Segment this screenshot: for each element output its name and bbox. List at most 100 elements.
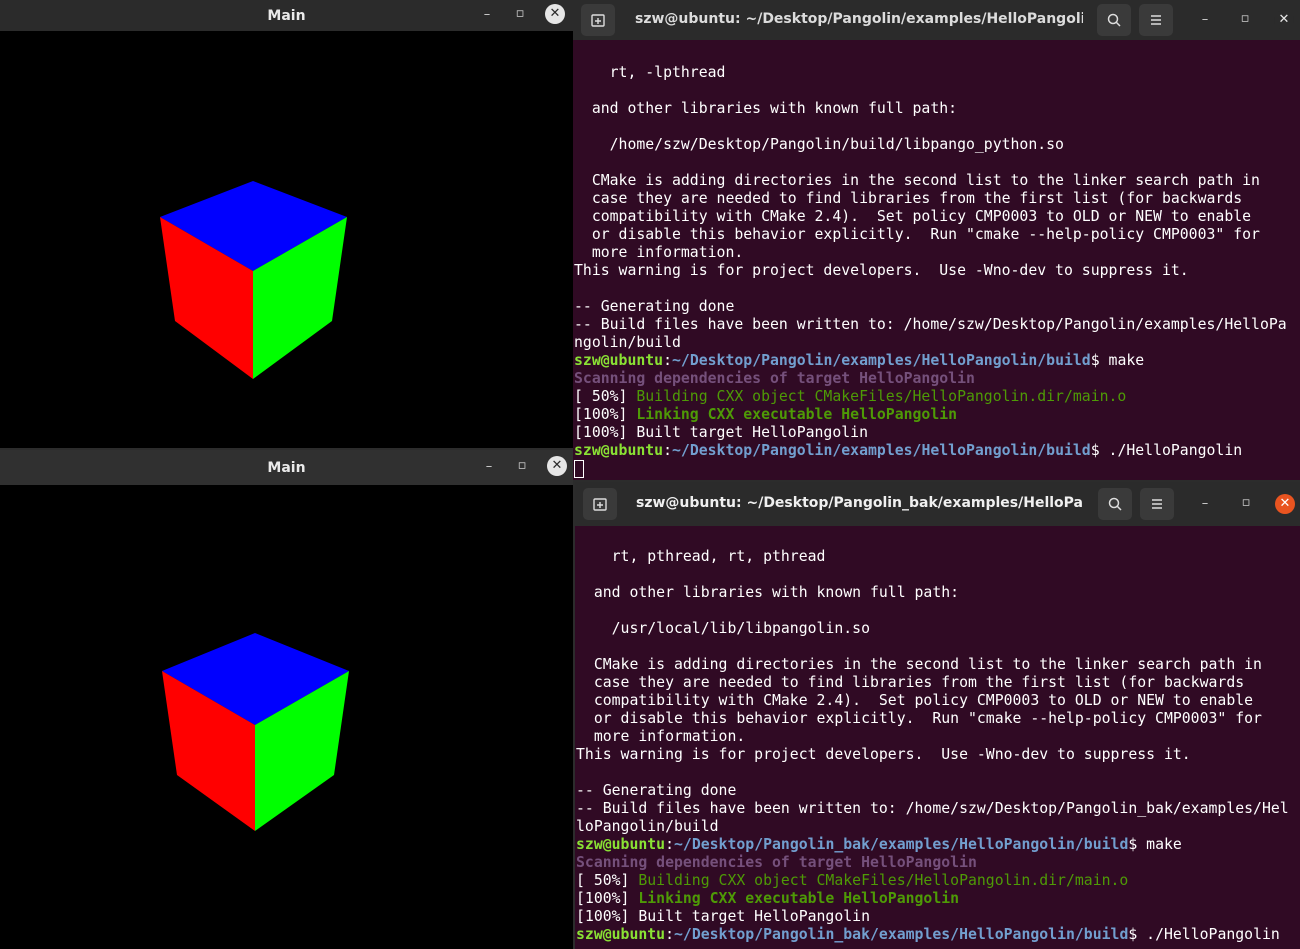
terminal-line: Scanning dependencies of target HelloPan… <box>574 370 1300 388</box>
terminal-line: more information. <box>574 244 1300 262</box>
line-text: -- Build files have been written to: /ho… <box>574 316 1287 333</box>
terminal-window-2[interactable]: szw@ubuntu: ~/Desktop/Pangolin_bak/examp… <box>575 482 1300 949</box>
terminal-line <box>576 566 1300 584</box>
maximize-icon[interactable]: ▫ <box>1235 9 1255 29</box>
cube-graphic <box>160 181 347 379</box>
line-text: /home/szw/Desktop/Pangolin/build/libpang… <box>574 136 1064 153</box>
terminal-window-1[interactable]: szw@ubuntu: ~/Desktop/Pangolin/examples/… <box>573 0 1300 480</box>
minimize-icon[interactable]: – <box>477 5 497 25</box>
terminal-line: [100%] Built target HelloPangolin <box>576 908 1300 926</box>
search-button[interactable] <box>1097 4 1131 36</box>
gl-canvas[interactable] <box>0 485 573 949</box>
terminal-line: and other libraries with known full path… <box>574 100 1300 118</box>
cube-graphic <box>162 633 349 831</box>
titlebar[interactable]: Main – ▫ ✕ <box>0 450 573 485</box>
minimize-icon[interactable]: – <box>479 457 499 477</box>
terminal-line: and other libraries with known full path… <box>576 584 1300 602</box>
menu-button[interactable] <box>1140 488 1174 520</box>
terminal-line <box>574 82 1300 100</box>
terminal-line: -- Generating done <box>576 782 1300 800</box>
maximize-icon[interactable]: ▫ <box>1236 493 1256 513</box>
line-text <box>576 566 585 583</box>
line-text: case they are needed to find libraries f… <box>574 190 1243 207</box>
terminal-headerbar[interactable]: szw@ubuntu: ~/Desktop/Pangolin/examples/… <box>573 0 1300 40</box>
terminal-line: Scanning dependencies of target HelloPan… <box>576 854 1300 872</box>
line-text <box>574 154 583 171</box>
line-text: /usr/local/lib/libpangolin.so <box>576 620 870 637</box>
search-button[interactable] <box>1098 488 1132 520</box>
line-text: Linking CXX executable HelloPangolin <box>638 890 960 907</box>
terminal-line: szw@ubuntu:~/Desktop/Pangolin/examples/H… <box>574 442 1243 459</box>
prompt-command: $ ./HelloPangolin <box>1090 442 1243 459</box>
minimize-icon[interactable]: – <box>1195 10 1215 30</box>
hamburger-menu-icon <box>1152 499 1162 509</box>
terminal-line: [100%] Linking CXX executable HelloPango… <box>574 406 1300 424</box>
maximize-icon[interactable]: ▫ <box>512 456 532 476</box>
pangolin-window-2[interactable]: Main – ▫ ✕ <box>0 450 573 949</box>
prompt-path: ~/Desktop/Pangolin/examples/HelloPangoli… <box>672 442 1091 459</box>
maximize-icon[interactable]: ▫ <box>510 4 530 24</box>
minimize-icon[interactable]: – <box>1195 494 1215 514</box>
line-text: more information. <box>576 728 746 745</box>
terminal-line: This warning is for project developers. … <box>576 746 1300 764</box>
terminal-title: szw@ubuntu: ~/Desktop/Pangolin_bak/examp… <box>636 495 1084 511</box>
line-text: rt, -lpthread <box>574 64 726 81</box>
terminal-line: compatibility with CMake 2.4). Set polic… <box>574 208 1300 226</box>
terminal-line: /usr/local/lib/libpangolin.so <box>576 620 1300 638</box>
line-text <box>574 118 583 135</box>
terminal-line: [100%] Linking CXX executable HelloPango… <box>576 890 1300 908</box>
line-text: [100%] Built target HelloPangolin <box>576 908 870 925</box>
terminal-output-1[interactable]: rt, -lpthread and other libraries with k… <box>573 40 1300 480</box>
line-text: loPangolin/build <box>576 818 719 835</box>
terminal-output-2[interactable]: rt, pthread, rt, pthread and other libra… <box>575 526 1300 949</box>
prompt-command: $ make <box>1128 836 1182 853</box>
search-icon <box>1108 497 1122 511</box>
line-text: This warning is for project developers. … <box>576 746 1191 763</box>
line-text: Building CXX object CMakeFiles/HelloPang… <box>638 872 1129 889</box>
terminal-line: This warning is for project developers. … <box>574 262 1300 280</box>
titlebar[interactable]: Main – ▫ ✕ <box>0 0 573 31</box>
line-text: ngolin/build <box>574 334 681 351</box>
line-text: case they are needed to find libraries f… <box>576 674 1245 691</box>
prompt-command: $ make <box>1090 352 1145 369</box>
terminal-line: -- Build files have been written to: /ho… <box>574 316 1300 334</box>
new-tab-button[interactable] <box>583 488 617 520</box>
progress-prefix: [100%] <box>574 406 637 423</box>
close-icon[interactable]: ✕ <box>1274 10 1294 30</box>
terminal-line: szw@ubuntu:~/Desktop/Pangolin_bak/exampl… <box>576 836 1182 853</box>
terminal-line: [100%] Built target HelloPangolin <box>574 424 1300 442</box>
line-text <box>574 280 583 297</box>
line-text: compatibility with CMake 2.4). Set polic… <box>576 692 1254 709</box>
terminal-line <box>574 460 1300 480</box>
pangolin-window-1[interactable]: Main – ▫ ✕ <box>0 0 573 448</box>
close-icon[interactable]: ✕ <box>1275 494 1295 514</box>
new-tab-button[interactable] <box>581 4 615 36</box>
terminal-line: -- Build files have been written to: /ho… <box>576 800 1300 818</box>
terminal-line: /home/szw/Desktop/Pangolin/build/libpang… <box>574 136 1300 154</box>
close-icon[interactable]: ✕ <box>547 456 567 476</box>
terminal-line: case they are needed to find libraries f… <box>574 190 1300 208</box>
line-text: CMake is adding directories in the secon… <box>574 172 1260 189</box>
terminal-line: loPangolin/build <box>576 818 1300 836</box>
line-text: CMake is adding directories in the secon… <box>576 656 1262 673</box>
line-text: [100%] Built target HelloPangolin <box>574 424 868 441</box>
terminal-line: [ 50%] Building CXX object CMakeFiles/He… <box>574 388 1300 406</box>
line-text <box>576 764 585 781</box>
terminal-line: compatibility with CMake 2.4). Set polic… <box>576 692 1300 710</box>
prompt-command: $ ./HelloPangolin <box>1128 926 1280 943</box>
new-tab-icon <box>591 14 605 27</box>
prompt-path: ~/Desktop/Pangolin_bak/examples/HelloPan… <box>674 926 1129 943</box>
terminal-title: szw@ubuntu: ~/Desktop/Pangolin/examples/… <box>635 11 1083 27</box>
terminal-line: CMake is adding directories in the secon… <box>576 656 1300 674</box>
line-text: compatibility with CMake 2.4). Set polic… <box>574 208 1252 225</box>
line-text <box>576 602 585 619</box>
gl-canvas[interactable] <box>0 31 573 448</box>
terminal-line: or disable this behavior explicitly. Run… <box>576 710 1300 728</box>
prompt-path: ~/Desktop/Pangolin/examples/HelloPangoli… <box>672 352 1091 369</box>
terminal-line: or disable this behavior explicitly. Run… <box>574 226 1300 244</box>
prompt-user: szw@ubuntu <box>576 836 666 853</box>
close-icon[interactable]: ✕ <box>545 4 565 24</box>
menu-button[interactable] <box>1139 4 1173 36</box>
line-text: more information. <box>574 244 744 261</box>
terminal-headerbar[interactable]: szw@ubuntu: ~/Desktop/Pangolin_bak/examp… <box>575 482 1300 526</box>
